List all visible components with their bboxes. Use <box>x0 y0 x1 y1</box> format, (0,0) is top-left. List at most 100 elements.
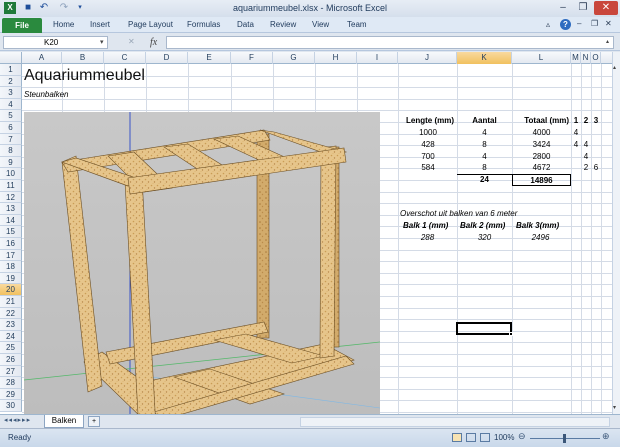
col-header-i[interactable]: I <box>357 52 398 64</box>
row-header-22[interactable]: 22 <box>0 307 22 320</box>
col-header-a[interactable]: A <box>22 52 62 64</box>
scroll-up-icon[interactable]: ▴ <box>613 64 616 71</box>
vertical-scrollbar[interactable]: ▴ ▾ <box>612 52 620 414</box>
row-header-26[interactable]: 26 <box>0 354 22 366</box>
balk-header-1[interactable]: Balk 1 (mm) <box>403 220 448 231</box>
row-header-7[interactable]: 7 <box>0 133 22 146</box>
minimize-button[interactable]: – <box>554 1 572 15</box>
zoom-slider-thumb[interactable] <box>563 434 566 443</box>
balk-value-1[interactable]: 288 <box>405 232 450 243</box>
balk-header-3[interactable]: Balk 3(mm) <box>516 220 559 231</box>
worksheet-grid[interactable]: A B C D E F G H I J K L M N O 1234567891… <box>0 52 612 414</box>
row-header-17[interactable]: 17 <box>0 249 22 262</box>
o-cell[interactable]: 6 <box>591 162 601 173</box>
page-layout-view-icon[interactable] <box>466 433 476 442</box>
scroll-down-icon[interactable]: ▾ <box>613 404 616 411</box>
col-header-k[interactable]: K <box>457 52 512 64</box>
overschot-label[interactable]: Overschot uit balken van 6 meter <box>400 208 517 219</box>
sum-totaal[interactable]: 14896 <box>512 174 571 186</box>
tab-insert[interactable]: Insert <box>90 20 110 29</box>
row-header-30[interactable]: 30 <box>0 400 22 412</box>
totaal-cell[interactable]: 4672 <box>512 162 571 173</box>
lengte-cell[interactable]: 428 <box>410 139 446 150</box>
col-header-l[interactable]: L <box>512 52 571 64</box>
normal-view-icon[interactable] <box>452 433 462 442</box>
row-header-6[interactable]: 6 <box>0 122 22 134</box>
col-header-d[interactable]: D <box>146 52 188 64</box>
aantal-cell[interactable]: 4 <box>457 151 512 162</box>
expand-formula-icon[interactable]: ▴ <box>606 38 609 45</box>
totaal-cell[interactable]: 2800 <box>512 151 571 162</box>
window-minimize-icon[interactable]: – <box>577 19 581 28</box>
row-header-4[interactable]: 4 <box>0 98 22 111</box>
aantal-cell[interactable]: 4 <box>457 127 512 138</box>
tab-home[interactable]: Home <box>53 20 74 29</box>
lengte-cell[interactable]: 584 <box>410 162 446 173</box>
col-header-f[interactable]: F <box>231 52 273 64</box>
window-restore-icon[interactable]: ❐ <box>591 19 598 28</box>
name-box[interactable]: K20 <box>3 36 108 49</box>
col-header-g[interactable]: G <box>273 52 315 64</box>
col-header-h[interactable]: H <box>315 52 357 64</box>
sheet-tab-balken[interactable]: Balken <box>44 415 84 428</box>
row-header-12[interactable]: 12 <box>0 191 22 204</box>
file-tab[interactable]: File <box>2 18 42 33</box>
restore-button[interactable]: ❐ <box>574 1 592 15</box>
row-header-10[interactable]: 10 <box>0 168 22 180</box>
row-header-23[interactable]: 23 <box>0 319 22 331</box>
m-cell[interactable]: 4 <box>571 127 581 138</box>
n-cell[interactable]: 4 <box>581 139 591 150</box>
row-header-2[interactable]: 2 <box>0 75 22 88</box>
header-lengte[interactable]: Lengte (mm) <box>398 115 454 126</box>
minimize-ribbon-icon[interactable]: ▵ <box>546 20 550 29</box>
formula-input[interactable] <box>166 36 614 49</box>
row-header-14[interactable]: 14 <box>0 214 22 227</box>
n-cell[interactable]: 4 <box>581 151 591 162</box>
lengte-cell[interactable]: 700 <box>410 151 446 162</box>
row-header-13[interactable]: 13 <box>0 203 22 215</box>
col-header-n[interactable]: N <box>581 52 591 64</box>
zoom-in-icon[interactable]: ⊕ <box>602 431 610 442</box>
tab-data[interactable]: Data <box>237 20 254 29</box>
row-header-24[interactable]: 24 <box>0 330 22 343</box>
n-cell[interactable]: 2 <box>581 162 591 173</box>
balk-value-2[interactable]: 320 <box>462 232 507 243</box>
sum-aantal[interactable]: 24 <box>457 174 512 185</box>
row-header-20[interactable]: 20 <box>0 284 22 296</box>
totaal-cell[interactable]: 4000 <box>512 127 571 138</box>
horizontal-scrollbar[interactable] <box>300 417 610 427</box>
select-all-corner[interactable] <box>0 52 22 64</box>
row-header-19[interactable]: 19 <box>0 272 22 285</box>
row-header-16[interactable]: 16 <box>0 238 22 250</box>
row-header-9[interactable]: 9 <box>0 156 22 169</box>
active-cell-k20[interactable] <box>456 322 512 335</box>
row-header-18[interactable]: 18 <box>0 261 22 273</box>
header-aantal[interactable]: Aantal <box>457 115 512 126</box>
page-break-view-icon[interactable] <box>480 433 490 442</box>
col-header-j[interactable]: J <box>398 52 457 64</box>
row-header-3[interactable]: 3 <box>0 87 22 99</box>
sheet-title[interactable]: Aquariummeubel <box>24 65 145 87</box>
tab-review[interactable]: Review <box>270 20 296 29</box>
sheet-subtitle[interactable]: Steunbalken <box>24 89 68 100</box>
lengte-cell[interactable]: 1000 <box>410 127 446 138</box>
m-cell[interactable]: 4 <box>571 139 581 150</box>
tab-view[interactable]: View <box>312 20 329 29</box>
row-header-5[interactable]: 5 <box>0 110 22 122</box>
row-header-1[interactable]: 1 <box>0 64 22 76</box>
totaal-cell[interactable]: 3424 <box>512 139 571 150</box>
balk-value-3[interactable]: 2496 <box>518 232 563 243</box>
row-header-8[interactable]: 8 <box>0 145 22 157</box>
header-totaal[interactable]: Totaal (mm) <box>512 115 569 126</box>
close-button[interactable]: ✕ <box>594 1 618 15</box>
row-header-15[interactable]: 15 <box>0 226 22 238</box>
tab-page-layout[interactable]: Page Layout <box>128 20 173 29</box>
row-header-27[interactable]: 27 <box>0 365 22 378</box>
header-col-1[interactable]: 1 <box>571 115 581 126</box>
new-sheet-icon[interactable]: + <box>88 416 100 427</box>
col-header-c[interactable]: C <box>104 52 146 64</box>
help-icon[interactable]: ? <box>560 19 571 30</box>
aantal-cell[interactable]: 8 <box>457 139 512 150</box>
zoom-out-icon[interactable]: ⊖ <box>518 431 526 442</box>
balk-header-2[interactable]: Balk 2 (mm) <box>460 220 505 231</box>
